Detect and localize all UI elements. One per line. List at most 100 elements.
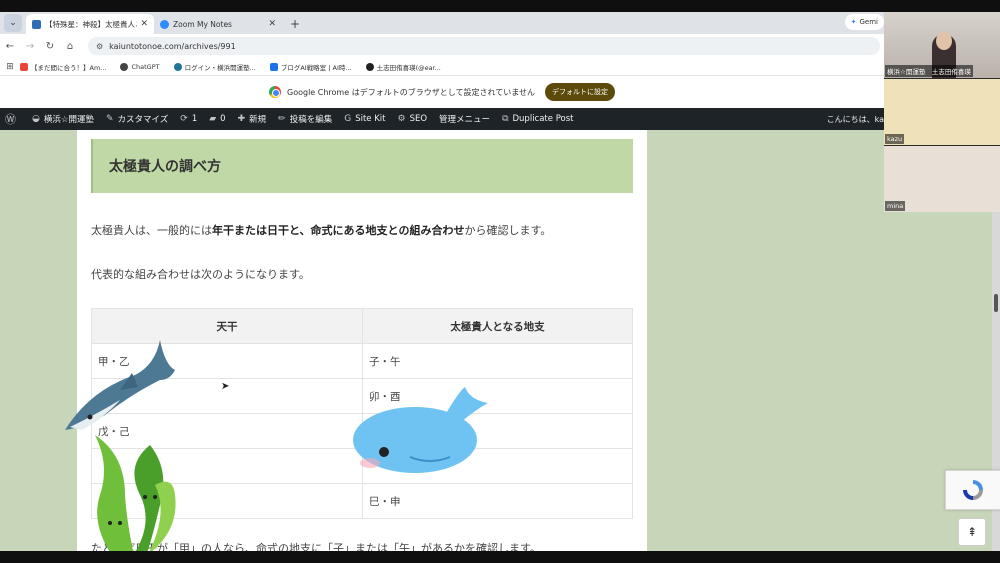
table-cell: 巳・申 [362,483,633,519]
participant-name: mina [885,201,906,211]
comment-icon: ▰ [209,114,217,124]
table-row: 巳・申 [91,483,633,519]
url-text: kaiuntotonoe.com/archives/991 [109,41,236,51]
table-header-row: 天干 太極貴人となる地支 [91,308,633,344]
tab-close-icon[interactable]: ✕ [140,19,148,29]
recaptcha-badge[interactable] [945,470,1000,510]
plus-icon: ✚ [237,114,246,124]
wordpress-icon [173,62,182,71]
para-text: から確認します。 [464,224,552,237]
site-info-icon[interactable]: ⚙ [96,42,103,51]
zoom-favicon-icon [160,19,169,29]
example-paragraph: たとえば日干が「甲」の人なら、命式の地支に「子」または「午」があるかを確認します… [91,542,541,551]
seo-menu[interactable]: ⚙ SEO [398,114,428,124]
new-menu[interactable]: ✚ 新規 [238,113,267,125]
bookmark-item[interactable]: ChatGPT [120,62,160,71]
set-default-button[interactable]: デフォルトに設定 [544,83,615,101]
scroll-to-top-button[interactable]: ⇞ [958,518,986,546]
table-row: 卯・酉 [91,378,633,414]
bookmark-item[interactable]: 土志田侑喜瑛(@ear... [365,62,441,72]
tab-title: 【特殊星：神殺】太極貴人とは？ [45,19,137,29]
user-greeting[interactable]: こんにちは、ka [827,114,884,125]
customize-label: カスタマイズ [117,115,169,125]
updates-count: 1 [191,114,198,124]
section-heading-box: 太極貴人の調べ方 [91,139,633,193]
reload-icon[interactable]: ↻ [40,41,60,52]
table-cell [91,448,363,484]
gmail-icon [20,62,28,71]
wp-logo-button[interactable]: Ⓦ [5,111,20,127]
scrollbar-thumb[interactable] [994,294,998,312]
address-bar: ← → ↻ ⌂ ⚙ kaiuntotonoe.com/archives/991 [0,34,884,58]
section-heading: 太極貴人の調べ方 [109,159,221,175]
mouse-pointer-icon: ➤ [221,381,230,392]
gemini-label: Gemi [859,18,879,26]
table-cell: 戊・己 [91,413,363,449]
comments-menu[interactable]: ▰ 0 [209,114,225,124]
site-kit-menu[interactable]: G Site Kit [344,114,385,124]
seo-gear-icon: ⚙ [397,114,406,124]
back-icon[interactable]: ← [0,41,20,52]
seo-label: SEO [409,114,428,124]
bookmark-item[interactable]: 【まだ間に合う！】Am... [20,62,106,72]
participant-tile[interactable]: mina [884,146,1000,212]
admin-menu[interactable]: 管理メニュー [439,113,490,125]
edit-post-menu[interactable]: ✏ 投稿を編集 [278,113,332,125]
site-favicon-icon [32,19,41,29]
tab-bar: ⌄ 【特殊星：神殺】太極貴人とは？ ✕ Zoom My Notes ✕ + ✦ … [0,12,884,34]
default-browser-infobar: Google Chrome はデフォルトのブラウザとして設定されていません デフ… [0,76,884,108]
new-tab-button[interactable]: + [290,17,300,31]
wp-admin-bar: Ⓦ ◒ 横浜☆開運塾 ✎ カスタマイズ ⟳ 1 ▰ 0 ✚ 新規 ✏ 投稿を編集… [0,108,884,130]
gemini-button[interactable]: ✦ Gemi [844,14,884,30]
pencil-icon: ✏ [278,114,286,124]
new-label: 新規 [249,115,267,125]
chrome-icon [269,86,282,98]
customize-menu[interactable]: ✎ カスタマイズ [106,113,168,125]
bookmark-label: ログイン・横浜開運塾... [184,63,256,72]
duplicate-icon: ⧉ [502,114,509,124]
bookmark-item[interactable]: ブログAI戦略室 | AI時... [269,62,352,72]
bottom-black-strip [0,551,1000,563]
blog-icon [269,62,278,71]
tab-title: Zoom My Notes [173,19,232,29]
table-cell: 甲・乙 [91,343,363,379]
bookmark-label: 【まだ間に合う！】Am... [31,63,107,72]
participant-name: kazu [885,134,905,144]
site-name-menu[interactable]: ◒ 横浜☆開運塾 [32,113,94,125]
article-body: 太極貴人の調べ方 太極貴人は、一般的には年干または日干と、命式にある地支との組み… [77,130,647,551]
table-cell [362,413,633,449]
wordpress-icon: Ⓦ [5,113,16,126]
paintbrush-icon: ✎ [105,114,114,124]
forward-icon[interactable]: → [20,41,40,52]
table-row: 甲・乙 子・午 [91,343,633,379]
updates-menu[interactable]: ⟳ 1 [180,114,197,124]
infobar-message: Google Chrome はデフォルトのブラウザとして設定されていません [287,87,535,97]
participant-tile[interactable]: kazu [884,79,1000,145]
recaptcha-icon [963,480,983,500]
participant-avatar [936,32,952,50]
table-row: 戊・己 [91,413,633,449]
double-chevron-up-icon: ⇞ [966,525,978,539]
table-header: 天干 [91,308,363,344]
page-content: 太極貴人の調べ方 太極貴人は、一般的には年干または日干と、命式にある地支との組み… [0,130,884,551]
participant-tile[interactable]: 横浜☆開運塾 土志田侑喜瑛 [884,12,1000,78]
bookmark-label: 土志田侑喜瑛(@ear... [376,63,441,72]
tab-zoom-notes[interactable]: Zoom My Notes ✕ [154,14,282,34]
apps-grid-icon[interactable]: ⊞ [0,62,20,72]
table-header: 太極貴人となる地支 [362,308,633,344]
duplicate-label: Duplicate Post [512,114,574,124]
bookmark-item[interactable]: ログイン・横浜開運塾... [173,62,256,72]
url-field[interactable]: ⚙ kaiuntotonoe.com/archives/991 [88,37,880,55]
tab-article[interactable]: 【特殊星：神殺】太極貴人とは？ ✕ [26,14,154,34]
site-kit-label: Site Kit [355,114,386,124]
home-icon[interactable]: ⌂ [60,41,80,52]
site-kit-icon: G [344,114,352,124]
duplicate-post-menu[interactable]: ⧉ Duplicate Post [502,114,573,124]
table-cell: 子・午 [362,343,633,379]
combination-paragraph: 代表的な組み合わせは次のようになります。 [91,268,310,281]
bookmark-label: ブログAI戦略室 | AI時... [280,63,352,72]
tab-close-icon[interactable]: ✕ [268,19,276,29]
updates-icon: ⟳ [180,114,188,124]
tab-search-button[interactable]: ⌄ [4,14,22,32]
chatgpt-icon [120,62,129,71]
